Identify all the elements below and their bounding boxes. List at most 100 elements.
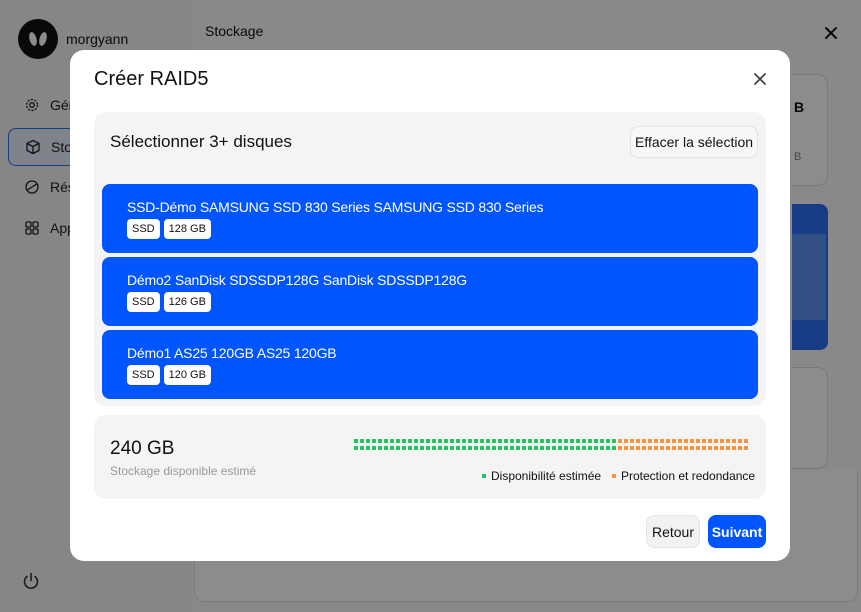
capacity-dot-protection: [732, 439, 736, 443]
capacity-dot-available: [612, 439, 616, 443]
capacity-dot-available: [534, 439, 538, 443]
capacity-dot-available: [510, 439, 514, 443]
legend-label: Protection et redondance: [621, 469, 756, 483]
capacity-dot-available: [588, 439, 592, 443]
capacity-dot-available: [606, 446, 610, 450]
capacity-dot-available: [486, 439, 490, 443]
legend-label: Disponibilité estimée: [491, 469, 602, 483]
capacity-dot-available: [444, 439, 448, 443]
capacity-dot-protection: [648, 439, 652, 443]
capacity-dot-available: [456, 446, 460, 450]
capacity-dot-available: [462, 439, 466, 443]
capacity-dot-available: [354, 439, 358, 443]
capacity-dot-available: [372, 439, 376, 443]
capacity-dot-available: [522, 439, 526, 443]
next-button[interactable]: Suivant: [708, 515, 766, 548]
capacity-dot-available: [402, 446, 406, 450]
capacity-dot-available: [366, 439, 370, 443]
capacity-dot-available: [486, 446, 490, 450]
capacity-dot-available: [564, 446, 568, 450]
capacity-dot-available: [450, 446, 454, 450]
capacity-dot-available: [546, 439, 550, 443]
capacity-dot-available: [594, 446, 598, 450]
capacity-dot-protection: [690, 439, 694, 443]
capacity-dot-available: [594, 439, 598, 443]
disk-item[interactable]: Démo2 SanDisk SDSSDP128G SanDisk SDSSDP1…: [102, 257, 758, 326]
capacity-dot-protection: [666, 446, 670, 450]
capacity-dot-available: [582, 446, 586, 450]
capacity-dot-protection: [666, 439, 670, 443]
capacity-dot-available: [504, 446, 508, 450]
capacity-dot-available: [396, 439, 400, 443]
capacity-dot-available: [582, 439, 586, 443]
disk-name: SSD-Démo SAMSUNG SSD 830 Series SAMSUNG …: [127, 199, 544, 215]
capacity-dot-protection: [672, 446, 676, 450]
capacity-dot-protection: [684, 446, 688, 450]
capacity-dot-protection: [624, 446, 628, 450]
capacity-dot-protection: [702, 439, 706, 443]
capacity-dot-available: [384, 446, 388, 450]
capacity-dot-protection: [660, 439, 664, 443]
disk-item[interactable]: Démo1 AS25 120GB AS25 120GB SSD 120 GB: [102, 330, 758, 399]
legend-dot-protection: [612, 474, 616, 478]
capacity-dot-protection: [630, 439, 634, 443]
back-button[interactable]: Retour: [646, 515, 700, 548]
capacity-dot-available: [414, 439, 418, 443]
capacity-dot-available: [420, 439, 424, 443]
capacity-dot-protection: [720, 439, 724, 443]
capacity-dot-available: [426, 439, 430, 443]
create-raid-dialog: Créer RAID5 Sélectionner 3+ disques Effa…: [70, 50, 790, 561]
capacity-dot-available: [612, 446, 616, 450]
disk-item[interactable]: SSD-Démo SAMSUNG SSD 830 Series SAMSUNG …: [102, 184, 758, 253]
capacity-dot-protection: [738, 446, 742, 450]
capacity-dot-protection: [696, 446, 700, 450]
capacity-dot-available: [510, 446, 514, 450]
capacity-dot-protection: [654, 439, 658, 443]
capacity-dot-available: [600, 446, 604, 450]
capacity-dot-protection: [642, 446, 646, 450]
estimated-capacity-label: Stockage disponible estimé: [110, 464, 257, 478]
capacity-dot-protection: [636, 439, 640, 443]
capacity-dot-available: [480, 446, 484, 450]
capacity-dot-available: [552, 439, 556, 443]
capacity-dot-available: [588, 446, 592, 450]
capacity-dot-protection: [660, 446, 664, 450]
capacity-dot-available: [540, 446, 544, 450]
capacity-dot-available: [396, 446, 400, 450]
capacity-dot-available: [390, 439, 394, 443]
disk-name: Démo2 SanDisk SDSSDP128G SanDisk SDSSDP1…: [127, 272, 467, 288]
capacity-dot-protection: [708, 446, 712, 450]
capacity-dot-available: [606, 439, 610, 443]
close-icon[interactable]: [752, 71, 768, 87]
capacity-dot-protection: [654, 446, 658, 450]
capacity-dot-available: [504, 439, 508, 443]
capacity-dot-available: [414, 446, 418, 450]
capacity-dot-protection: [726, 439, 730, 443]
capacity-dot-available: [450, 439, 454, 443]
disk-selection-panel: Sélectionner 3+ disques Effacer la sélec…: [94, 112, 766, 406]
disk-size-badge: 120 GB: [163, 365, 211, 385]
legend-protection: Protection et redondance: [612, 469, 755, 483]
disk-size-badge: 128 GB: [163, 219, 211, 239]
capacity-dot-available: [576, 446, 580, 450]
capacity-dot-available: [528, 439, 532, 443]
capacity-dot-protection: [642, 439, 646, 443]
capacity-dot-protection: [678, 439, 682, 443]
clear-selection-button[interactable]: Effacer la sélection: [630, 126, 758, 158]
disk-type-badge: SSD: [127, 219, 160, 239]
capacity-dot-protection: [648, 446, 652, 450]
capacity-panel: 240 GB Stockage disponible estimé Dispon…: [94, 415, 766, 499]
capacity-dot-protection: [714, 439, 718, 443]
capacity-dot-available: [462, 446, 466, 450]
capacity-dot-available: [516, 446, 520, 450]
capacity-dot-protection: [708, 439, 712, 443]
capacity-dot-protection: [696, 439, 700, 443]
capacity-dot-available: [372, 446, 376, 450]
dialog-title: Créer RAID5: [94, 68, 209, 90]
capacity-dot-protection: [636, 446, 640, 450]
capacity-dot-available: [600, 439, 604, 443]
capacity-dot-available: [468, 439, 472, 443]
capacity-dot-available: [468, 446, 472, 450]
capacity-dot-available: [390, 446, 394, 450]
capacity-dot-available: [474, 446, 478, 450]
